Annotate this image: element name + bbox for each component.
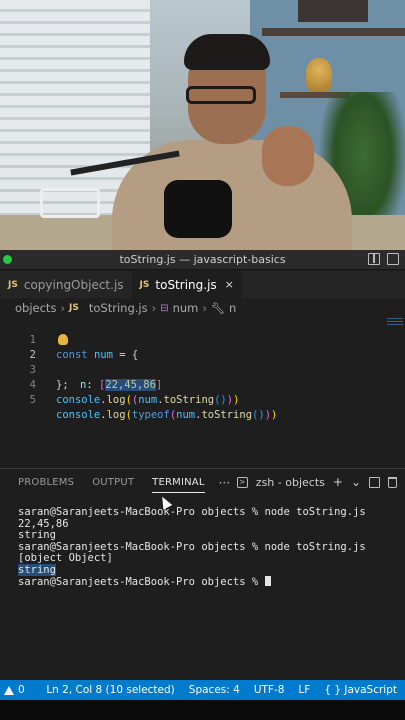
split-terminal-icon[interactable] [369, 476, 380, 488]
property-wrench-icon: 🔧︎ [211, 301, 225, 315]
indentation[interactable]: Spaces: 4 [189, 684, 240, 696]
tab-copyingObject[interactable]: JS copyingObject.js [0, 271, 132, 298]
js-file-icon: JS [139, 279, 150, 290]
end-of-line[interactable]: LF [298, 684, 310, 696]
terminal-line: saran@Saranjeets-MacBook-Pro objects % n… [18, 506, 366, 518]
language-mode[interactable]: { } JavaScript [324, 684, 397, 696]
toggle-sidebar-icon[interactable] [368, 253, 380, 265]
video-bottom-strip [0, 700, 405, 720]
more-actions-icon[interactable]: ··· [219, 476, 230, 490]
desk-lamp [40, 188, 100, 218]
tab-output[interactable]: OUTPUT [92, 469, 134, 497]
title-bar: toString.js — javascript-basics [0, 250, 405, 270]
terminal-selector[interactable]: zsh - objects [256, 476, 325, 489]
chevron-down-icon[interactable]: ⌄ [351, 475, 361, 489]
cursor-position[interactable]: Ln 2, Col 8 (10 selected) [46, 684, 174, 696]
window-title: toString.js — javascript-basics [119, 253, 286, 266]
code-line[interactable]: 2 n: [22,45,86] [0, 333, 405, 391]
tab-terminal[interactable]: TERMINAL [152, 469, 206, 497]
language-label: JavaScript [344, 684, 397, 696]
terminal-prompt: saran@Saranjeets-MacBook-Pro objects % [18, 576, 265, 588]
code-line[interactable]: 4 console.log((num.toString())) [0, 363, 405, 406]
webcam-video [0, 0, 405, 250]
js-file-icon: JS [69, 303, 79, 313]
chevron-right-icon: › [151, 301, 157, 315]
chevron-right-icon: › [60, 301, 66, 315]
braces-icon: { } [324, 684, 342, 696]
tab-label: copyingObject.js [23, 277, 124, 292]
code-line[interactable]: 5 console.log(typeof(num.toString())) [0, 378, 405, 421]
terminal-output[interactable]: saran@Saranjeets-MacBook-Pro objects % n… [18, 506, 366, 588]
toggle-panel-icon[interactable] [387, 253, 399, 265]
shelf-box [298, 0, 368, 22]
breadcrumb-file[interactable]: toString.js [89, 301, 148, 315]
microphone [164, 180, 232, 238]
terminal-line: [object Object] [18, 552, 113, 564]
breadcrumb-folder[interactable]: objects [15, 301, 56, 315]
add-terminal-icon[interactable]: + [333, 475, 343, 489]
chevron-right-icon: › [202, 301, 207, 315]
terminal-controls: > zsh - objects + ⌄ [236, 475, 397, 489]
problems-count: 0 [18, 684, 25, 696]
close-icon[interactable]: × [225, 278, 234, 291]
tab-problems[interactable]: PROBLEMS [18, 469, 74, 497]
variable-symbol-icon: ⊟ [160, 302, 169, 314]
problems-indicator[interactable]: 0 [0, 684, 25, 696]
tab-toString[interactable]: JS toString.js × [131, 271, 243, 298]
person-hair [184, 34, 270, 70]
warning-icon [4, 685, 14, 695]
terminal-cursor [264, 576, 271, 586]
editor-tabs: JS copyingObject.js JS toString.js × [0, 271, 405, 298]
hand [262, 126, 314, 186]
statue [306, 58, 332, 92]
breadcrumb: objects › JS toString.js › ⊟ num › 🔧︎ n [0, 299, 405, 317]
encoding[interactable]: UTF-8 [254, 684, 285, 696]
trash-icon[interactable] [388, 476, 397, 488]
tab-label: toString.js [155, 277, 217, 292]
terminal-line: 22,45,86 [18, 517, 69, 530]
terminal-selected-line: string [18, 563, 56, 576]
wall-shelf [262, 28, 405, 36]
code-line[interactable]: 3 }; [0, 348, 405, 391]
glasses [186, 86, 256, 104]
line-number: 5 [29, 394, 36, 406]
terminal-line: string [18, 529, 56, 541]
status-bar: 0 Ln 2, Col 8 (10 selected) Spaces: 4 UT… [0, 680, 405, 700]
bottom-panel: PROBLEMS OUTPUT TERMINAL ··· > zsh - obj… [0, 468, 405, 680]
lightbulb-icon[interactable] [58, 334, 68, 345]
layout-controls [368, 253, 399, 265]
code-editor[interactable]: 1 const num = { 2 n: [22,45,86] 3 }; 4 c… [0, 318, 405, 468]
code-line[interactable]: 1 const num = { [0, 318, 405, 361]
terminal-icon: > [236, 476, 248, 488]
js-file-icon: JS [8, 279, 18, 290]
breadcrumb-symbol-num[interactable]: num [173, 301, 199, 315]
breadcrumb-symbol-n[interactable]: n [229, 301, 236, 315]
